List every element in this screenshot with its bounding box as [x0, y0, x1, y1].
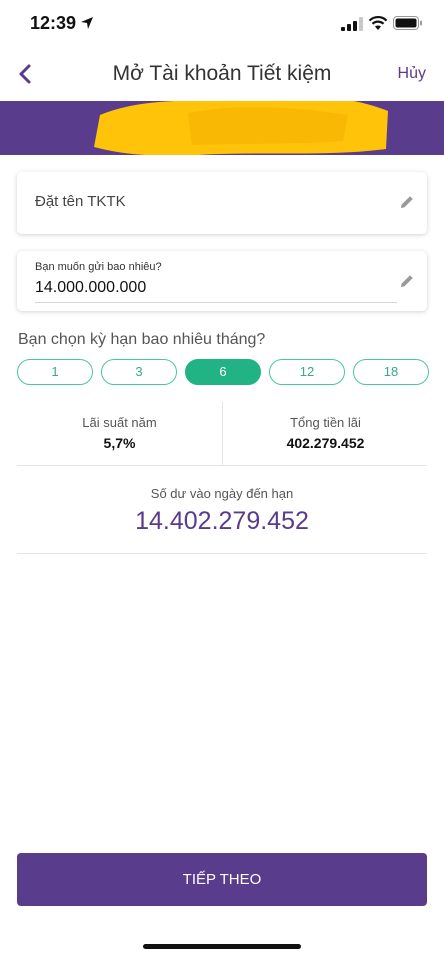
deposit-amount-card[interactable]: Bạn muốn gửi bao nhiêu? 14.000.000.000: [17, 251, 427, 311]
account-name-card[interactable]: Đặt tên TKTK: [17, 172, 427, 234]
term-option-3[interactable]: 3: [101, 359, 177, 385]
term-option-6[interactable]: 6: [185, 359, 261, 385]
maturity-balance-label: Số dư vào ngày đến hạn: [150, 486, 294, 501]
page-title: Mở Tài khoản Tiết kiệm: [112, 62, 332, 85]
location-arrow-icon: [81, 17, 93, 29]
cancel-button[interactable]: Hủy: [398, 65, 426, 83]
term-option-12[interactable]: 12: [269, 359, 345, 385]
nav-bar: Mở Tài khoản Tiết kiệm Hủy: [0, 48, 444, 100]
term-options: 1 3 6 12 18: [17, 359, 429, 385]
term-question: Bạn chọn kỳ hạn bao nhiêu tháng?: [18, 331, 266, 348]
wifi-icon: [368, 16, 388, 30]
term-option-18[interactable]: 18: [353, 359, 429, 385]
amount-field[interactable]: 14.000.000.000: [35, 279, 146, 297]
interest-summary: Lãi suất năm 5,7% Tổng tiền lãi 402.279.…: [17, 402, 427, 465]
annual-rate-value: 5,7%: [103, 435, 136, 451]
account-banner: [0, 101, 444, 155]
amount-label: Bạn muốn gửi bao nhiêu?: [35, 261, 162, 273]
signal-icon: [341, 17, 363, 31]
term-option-1[interactable]: 1: [17, 359, 93, 385]
status-bar: 12:39: [0, 0, 444, 48]
battery-icon: [393, 16, 422, 30]
amount-underline: [35, 302, 397, 303]
total-interest-label: Tổng tiền lãi: [290, 415, 361, 430]
annual-rate-label: Lãi suất năm: [82, 415, 157, 430]
next-button[interactable]: TIẾP THEO: [17, 853, 427, 906]
total-interest-value: 402.279.452: [286, 435, 365, 451]
total-interest: Tổng tiền lãi 402.279.452: [223, 402, 428, 465]
redaction-scribble: [94, 101, 388, 155]
status-time: 12:39: [30, 13, 77, 33]
home-indicator: [143, 944, 301, 949]
pencil-icon[interactable]: [399, 273, 415, 289]
divider: [17, 553, 427, 554]
maturity-balance-value: 14.402.279.452: [135, 507, 309, 535]
annual-rate: Lãi suất năm 5,7%: [17, 402, 222, 465]
pencil-icon[interactable]: [399, 194, 415, 210]
divider: [17, 465, 427, 466]
account-name-field[interactable]: Đặt tên TKTK: [35, 193, 126, 210]
